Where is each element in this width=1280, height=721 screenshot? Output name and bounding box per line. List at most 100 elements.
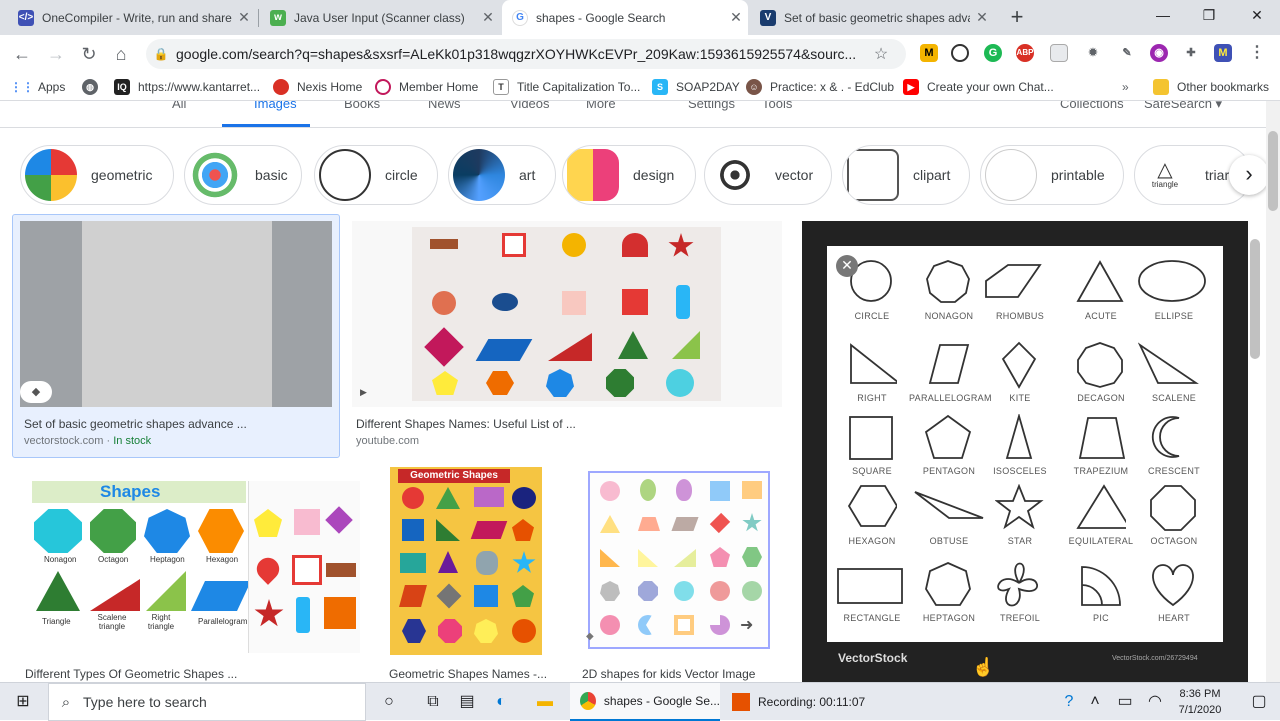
bookmark-nexis[interactable]: Nexis Home	[273, 78, 362, 96]
thumb-banner: Shapes	[100, 482, 161, 501]
eyedropper-icon[interactable]: ✎	[1118, 44, 1136, 62]
nav-safesearch[interactable]: SafeSearch ▾	[1144, 101, 1222, 112]
chip-printable[interactable]: printable	[980, 145, 1124, 205]
tab-vectorstock[interactable]: V Set of basic geometric shapes advan ✕	[750, 0, 994, 35]
chip-circle[interactable]: circle	[314, 145, 438, 205]
lock-icon[interactable]: 🔒	[146, 47, 176, 61]
extension-purple-icon[interactable]: ◉	[1150, 44, 1168, 62]
battery-icon[interactable]: ▭	[1110, 687, 1140, 717]
home-button[interactable]: ⌂	[108, 41, 134, 67]
result-title[interactable]: 2D shapes for kids Vector Image	[582, 667, 755, 681]
chip-art[interactable]: art	[448, 145, 556, 205]
shape-label: SQUARE	[852, 466, 892, 476]
chevron-right-icon[interactable]: ›	[1229, 155, 1269, 195]
menu-icon[interactable]: ⋮	[1248, 44, 1266, 62]
google-icon: G	[512, 9, 528, 26]
close-window-button[interactable]: ✕	[1234, 0, 1280, 32]
nav-settings[interactable]: Settings	[688, 101, 735, 111]
bookmark-youtube[interactable]: ▶ Create your own Chat...	[903, 78, 1054, 96]
nav-tools[interactable]: Tools	[762, 101, 792, 111]
result-thumb-types[interactable]: Shapes Nonagon Octagon Heptagon Hexagon …	[22, 479, 362, 655]
result-thumb-2d-shapes[interactable]: ➜ ◆	[582, 467, 776, 655]
result-title[interactable]: Set of basic geometric shapes advance ..…	[24, 417, 247, 431]
new-tab-button[interactable]: +	[1004, 5, 1030, 31]
result-title[interactable]: Geometric Shapes Names -...	[389, 667, 547, 681]
nav-collections[interactable]: Collections	[1060, 101, 1124, 111]
nav-all[interactable]: All	[172, 101, 186, 111]
chip-clipart[interactable]: clipart	[842, 145, 970, 205]
extension-circle-icon[interactable]	[951, 44, 969, 62]
shape-label: OBTUSE	[929, 536, 969, 546]
result-source[interactable]: youtube.com	[356, 435, 419, 447]
result-title[interactable]: Different Types Of Geometric Shapes ...	[25, 667, 237, 681]
bookmarks-overflow[interactable]: »	[1122, 78, 1129, 96]
forward-button[interactable]: →	[43, 41, 69, 67]
tab-java-input[interactable]: w Java User Input (Scanner class) ✕	[260, 0, 500, 35]
extension-box-icon[interactable]	[1050, 44, 1068, 62]
nav-images[interactable]: Images	[254, 101, 297, 111]
nav-videos[interactable]: Videos	[510, 101, 550, 111]
notification-icon[interactable]: ▢	[1244, 687, 1274, 717]
result-title[interactable]: Different Shapes Names: Useful List of .…	[356, 417, 576, 431]
bug-icon[interactable]: ✹	[1084, 44, 1102, 62]
address-bar[interactable]: 🔒 google.com/search?q=shapes&sxsrf=ALeKk…	[146, 39, 906, 69]
cortana-icon[interactable]: ○	[374, 687, 404, 717]
result-thumb-youtube[interactable]: ▶	[352, 221, 782, 407]
file-explorer-icon[interactable]: ▬	[530, 687, 560, 717]
bookmark-kantar[interactable]: IQ https://www.kantarret...	[114, 78, 260, 96]
close-tab-icon[interactable]: ✕	[970, 9, 994, 26]
file-icon[interactable]: ▤	[452, 687, 482, 717]
close-preview-button[interactable]: ✕	[836, 255, 858, 277]
wifi-icon[interactable]: ◠	[1140, 687, 1170, 717]
close-tab-icon[interactable]: ✕	[232, 9, 256, 26]
bookmark-apps[interactable]: ⋮⋮ Apps	[10, 78, 65, 96]
taskbar-recording[interactable]: Recording: 00:11:07	[722, 683, 872, 721]
grammarly-icon[interactable]: G	[984, 44, 1002, 62]
extension-m-icon[interactable]: M	[920, 44, 938, 62]
result-thumb-vectorstock[interactable]: ◆	[20, 221, 332, 407]
bookmark-title-cap[interactable]: T Title Capitalization To...	[493, 78, 640, 96]
extensions-puzzle-icon[interactable]: ✚	[1182, 44, 1200, 62]
close-tab-icon[interactable]: ✕	[724, 9, 748, 26]
chip-basic[interactable]: basic	[184, 145, 302, 205]
taskbar-chrome-app[interactable]: shapes - Google Se...	[570, 683, 720, 721]
bookmark-edclub[interactable]: ☺ Practice: x & . - EdClub	[746, 78, 894, 96]
chevron-up-icon[interactable]: ˄	[1080, 687, 1110, 717]
chip-vector[interactable]: vector	[704, 145, 832, 205]
chrome-icon	[580, 692, 596, 710]
preview-scrollbar[interactable]	[1250, 239, 1260, 359]
minimize-button[interactable]: —	[1140, 0, 1186, 32]
shape-label: TREFOIL	[999, 613, 1041, 623]
edge-icon[interactable]: ◐	[486, 687, 516, 717]
tab-onecompiler[interactable]: </> OneCompiler - Write, run and share ✕	[8, 0, 256, 35]
chip-thumb	[709, 149, 761, 201]
nav-news[interactable]: News	[428, 101, 461, 111]
windows-start-icon[interactable]: ⊞	[8, 687, 38, 717]
page-scroll-thumb[interactable]	[1268, 131, 1278, 211]
chip-geometric[interactable]: geometric	[20, 145, 174, 205]
other-bookmarks[interactable]: Other bookmarks	[1153, 78, 1269, 96]
back-button[interactable]: ←	[9, 41, 35, 67]
reload-button[interactable]: ↻	[76, 41, 102, 67]
adblock-icon[interactable]: ABP	[1016, 44, 1034, 62]
octagon-icon	[1150, 485, 1196, 531]
nonagon-icon	[926, 260, 970, 303]
bookmark-star-icon[interactable]: ☆	[866, 44, 896, 64]
bookmark-soap2day[interactable]: S SOAP2DAY	[652, 78, 740, 96]
clock[interactable]: 8:36 PM 7/1/2020	[1170, 686, 1230, 718]
result-thumb-geometric[interactable]: Geometric Shapes	[390, 467, 542, 655]
nav-more[interactable]: More	[586, 101, 616, 111]
chip-design[interactable]: design	[562, 145, 696, 205]
result-source[interactable]: vectorstock.com · In stock	[24, 435, 151, 447]
bookmark-globe[interactable]: ◍	[82, 78, 106, 96]
taskbar-search[interactable]: ⌕ Type here to search	[48, 683, 366, 721]
tab-google-search[interactable]: G shapes - Google Search ✕	[502, 0, 748, 35]
nav-books[interactable]: Books	[344, 101, 380, 111]
task-view-icon[interactable]: ⧉	[418, 687, 448, 717]
shape-scalene: SCALENE	[1134, 341, 1214, 411]
url-text[interactable]: google.com/search?q=shapes&sxsrf=ALeKk01…	[176, 46, 866, 62]
restore-button[interactable]: ❐	[1186, 0, 1232, 32]
bookmark-member[interactable]: Member Home	[375, 78, 478, 96]
extension-mu-icon[interactable]: M	[1214, 44, 1232, 62]
close-tab-icon[interactable]: ✕	[476, 9, 500, 26]
